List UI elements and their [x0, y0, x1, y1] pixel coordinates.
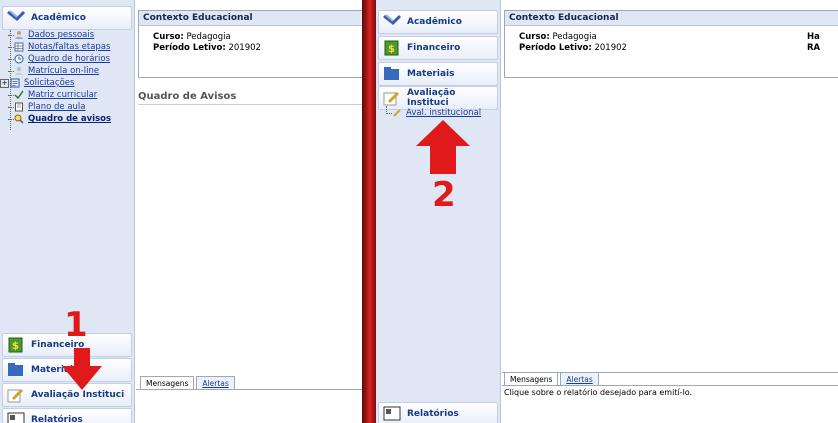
status-message: Clique sobre o relatório desejado para e…: [504, 388, 693, 397]
tree-item-matricula[interactable]: Matrícula on-line: [8, 66, 99, 76]
money-icon: $: [8, 337, 23, 353]
message-tabs: Mensagens Alertas: [504, 372, 601, 386]
tab-mensagens[interactable]: Mensagens: [140, 376, 195, 390]
notice-icon: [14, 114, 24, 124]
tree-item-aval-institucional[interactable]: Aval. institucional: [386, 108, 481, 118]
graduation-icon: [7, 10, 25, 21]
tab-mensagens[interactable]: Mensagens: [504, 372, 559, 386]
person-icon: [15, 31, 23, 39]
truncated-label-1: Ha: [807, 32, 820, 42]
menu-relatorios[interactable]: Relatórios: [2, 408, 132, 423]
context-panel: Contexto Educacional Curso: Pedagogia Pe…: [504, 10, 838, 78]
left-screenshot: Acadêmico Dados pessoais Notas/faltas et…: [0, 0, 366, 423]
periodo-value: 201902: [228, 43, 261, 53]
menu-avaliacao-institucional[interactable]: Avaliação Instituci: [378, 86, 498, 110]
report-icon: [7, 412, 25, 423]
expand-icon[interactable]: +: [0, 78, 9, 88]
menu-academico[interactable]: Acadêmico: [2, 6, 132, 30]
folder-icon: [8, 363, 23, 376]
annotation-number: 1: [64, 305, 88, 345]
truncated-label-2: RA: [807, 43, 821, 53]
tree-item-plano-aula[interactable]: Plano de aula: [8, 102, 85, 112]
tree-item-solicitacoes[interactable]: + Solicitações: [0, 78, 74, 88]
pencil-icon: [7, 388, 24, 403]
svg-text:$: $: [12, 341, 19, 352]
down-arrow-icon: [62, 348, 102, 390]
tree-item-quadro-avisos[interactable]: Quadro de avisos: [8, 114, 111, 124]
pencil-icon: [393, 109, 401, 117]
menu-financeiro[interactable]: $ Financeiro: [378, 36, 498, 60]
up-arrow-icon: [416, 120, 470, 174]
curso-value: Pedagogia: [186, 32, 231, 42]
screenshot-divider: [362, 0, 376, 423]
menu-academico[interactable]: Acadêmico: [378, 10, 498, 34]
tab-alertas[interactable]: Alertas: [196, 376, 235, 390]
tab-alertas[interactable]: Alertas: [560, 372, 599, 386]
graduation-icon: [383, 14, 401, 25]
annotation-number: 2: [432, 175, 456, 215]
folder-icon: [384, 67, 399, 80]
form-icon: [10, 78, 20, 88]
check-icon: [14, 90, 24, 100]
clock-icon: [14, 54, 24, 64]
right-screenshot: Acadêmico $ Financeiro Materiais Avaliaç…: [376, 0, 838, 423]
table-icon: [14, 42, 24, 52]
person-icon: [15, 67, 23, 75]
pencil-icon: [383, 91, 400, 106]
tree-item-matriz-curricular[interactable]: Matriz curricular: [8, 90, 97, 100]
menu-relatorios[interactable]: Relatórios: [378, 402, 498, 423]
menu-materiais[interactable]: Materiais: [378, 62, 498, 86]
report-icon: [383, 406, 401, 421]
tree-item-dados-pessoais[interactable]: Dados pessoais: [8, 30, 94, 40]
tree-item-notas-faltas[interactable]: Notas/faltas etapas: [8, 42, 110, 52]
context-title: Contexto Educacional: [505, 11, 838, 26]
money-icon: $: [384, 40, 399, 56]
book-icon: [15, 102, 23, 112]
message-tabs: Mensagens Alertas: [140, 376, 237, 390]
svg-text:$: $: [388, 44, 395, 55]
context-title: Contexto Educacional: [139, 11, 366, 26]
curso-value: Pedagogia: [552, 32, 597, 42]
tree-item-quadro-horarios[interactable]: Quadro de horários: [8, 54, 110, 64]
periodo-value: 201902: [594, 43, 627, 53]
quadro-avisos-title: Quadro de Avisos: [138, 91, 237, 102]
context-panel: Contexto Educacional Curso: Pedagogia Pe…: [138, 10, 366, 78]
